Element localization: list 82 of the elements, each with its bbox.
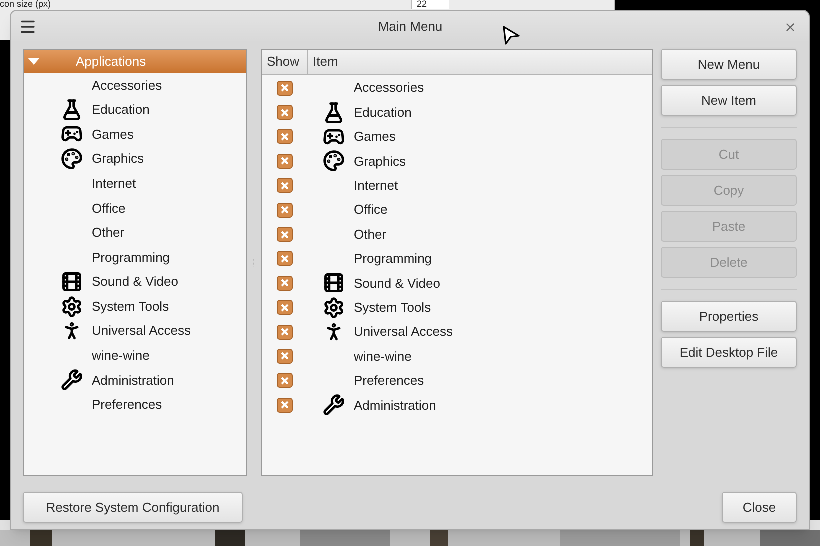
- value-field[interactable]: 22: [411, 0, 450, 9]
- tree-item[interactable]: Preferences: [24, 392, 246, 418]
- flask-icon: [61, 98, 83, 121]
- cross-icon: [281, 328, 289, 336]
- show-checkbox[interactable]: [277, 202, 293, 218]
- cross-icon: [281, 132, 289, 141]
- tree-item[interactable]: Accessories: [24, 73, 246, 98]
- cross-icon: [281, 304, 289, 312]
- expander-icon[interactable]: [28, 58, 40, 66]
- cross-icon: [281, 84, 289, 92]
- show-checkbox[interactable]: [277, 154, 293, 169]
- show-checkbox[interactable]: [277, 348, 293, 364]
- cursor-icon: [502, 26, 522, 46]
- tree-item[interactable]: Graphics: [24, 146, 246, 172]
- cross-icon: [281, 182, 289, 190]
- show-checkbox[interactable]: [277, 105, 293, 120]
- flask-icon: [323, 102, 345, 124]
- action-button[interactable]: New Menu: [661, 49, 797, 80]
- item-label: Graphics: [354, 152, 406, 171]
- palette-icon: [323, 150, 345, 172]
- cross-icon: [281, 206, 289, 214]
- action-button[interactable]: New Item: [661, 85, 797, 116]
- show-checkbox[interactable]: [277, 276, 293, 291]
- film-icon: [323, 272, 345, 294]
- tree-item[interactable]: Internet: [24, 171, 246, 196]
- show-checkbox[interactable]: [277, 178, 293, 194]
- item-label: Office: [354, 201, 388, 220]
- wrench-icon: [61, 369, 83, 392]
- restore-button[interactable]: Restore System Configuration: [23, 492, 243, 523]
- action-button[interactable]: Properties: [661, 301, 797, 332]
- tree-item[interactable]: wine-wine: [24, 344, 246, 368]
- wrench-icon: [323, 394, 345, 416]
- close-button[interactable]: Close: [722, 492, 797, 523]
- menu-icon[interactable]: [19, 18, 37, 36]
- tree-item[interactable]: Other: [24, 220, 246, 246]
- cross-icon: [281, 352, 289, 360]
- gear-icon: [61, 296, 83, 318]
- item-label: Programming: [354, 250, 432, 268]
- tree-item[interactable]: Sound & Video: [24, 270, 246, 294]
- show-checkbox[interactable]: [277, 251, 293, 266]
- cross-icon: [281, 376, 289, 385]
- show-checkbox[interactable]: [277, 129, 293, 144]
- show-checkbox[interactable]: [277, 324, 293, 340]
- setting-label: con size (px): [0, 0, 52, 9]
- gear-icon: [323, 296, 345, 319]
- cross-icon: [281, 230, 289, 239]
- cross-icon: [281, 401, 289, 410]
- item-label: wine-wine: [354, 348, 412, 366]
- cross-icon: [281, 157, 289, 166]
- show-checkbox[interactable]: [277, 227, 293, 242]
- show-checkbox[interactable]: [277, 80, 293, 96]
- item-label: Games: [354, 128, 396, 146]
- item-label: Administration: [354, 396, 436, 415]
- cross-icon: [281, 279, 289, 288]
- show-checkbox[interactable]: [277, 373, 293, 388]
- cross-icon: [281, 108, 289, 117]
- window-title: Main Menu: [378, 18, 443, 36]
- show-checkbox[interactable]: [277, 398, 293, 413]
- item-label: Sound & Video: [354, 274, 440, 293]
- action-button[interactable]: Edit Desktop File: [661, 337, 797, 368]
- item-label: Preferences: [354, 372, 424, 390]
- tree-item[interactable]: Universal Access: [24, 318, 246, 344]
- cross-icon: [281, 254, 289, 263]
- item-label: Internet: [354, 177, 398, 195]
- item-label: System Tools: [354, 298, 432, 317]
- column-header[interactable]: Show: [262, 50, 308, 74]
- tree-item[interactable]: Programming: [24, 245, 246, 270]
- show-checkbox[interactable]: [277, 300, 293, 316]
- tree-item[interactable]: Office: [24, 196, 246, 221]
- tree-item[interactable]: Games: [24, 122, 246, 147]
- item-label: Other: [354, 226, 387, 244]
- tree-item-label: Applications: [76, 52, 146, 71]
- item-label: Education: [354, 104, 412, 122]
- tree-item[interactable]: Education: [24, 98, 246, 122]
- tree-item[interactable]: System Tools: [24, 294, 246, 319]
- palette-icon: [61, 148, 83, 170]
- tree-item[interactable]: Administration: [24, 368, 246, 393]
- close-icon[interactable]: [784, 20, 797, 34]
- column-header[interactable]: Item: [308, 50, 652, 74]
- film-icon: [61, 271, 83, 294]
- item-label: Accessories: [354, 79, 424, 98]
- item-label: Universal Access: [354, 323, 453, 342]
